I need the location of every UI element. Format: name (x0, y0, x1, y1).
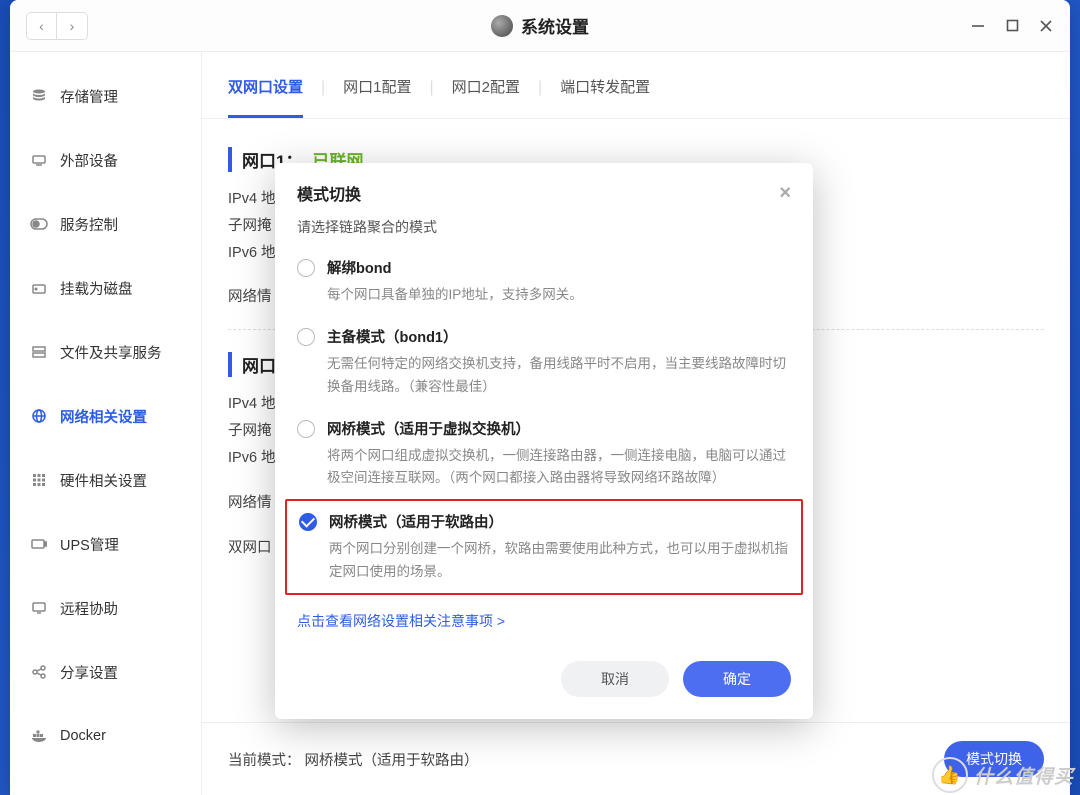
tab-dual-port[interactable]: 双网口设置 (228, 76, 303, 118)
nav-forward-button[interactable]: › (57, 13, 87, 39)
nav-arrows: ‹ › (26, 12, 88, 40)
sidebar: 存储管理 外部设备 服务控制 挂载为磁盘 (10, 52, 202, 795)
docker-icon (30, 727, 48, 745)
sidebar-item-ups[interactable]: UPS管理 (10, 512, 201, 576)
sidebar-item-docker[interactable]: Docker (10, 704, 201, 768)
grid-icon (30, 471, 48, 489)
option-desc: 每个网口具备单独的IP地址，支持多网关。 (327, 284, 791, 306)
toggle-icon (30, 215, 48, 233)
cancel-button[interactable]: 取消 (561, 661, 669, 697)
nav-back-button[interactable]: ‹ (27, 13, 57, 39)
option-title: 解绑bond (327, 257, 791, 278)
stack-icon (30, 87, 48, 105)
tab-port2[interactable]: 网口2配置 (452, 76, 520, 118)
sidebar-item-label: 硬件相关设置 (60, 470, 147, 491)
sidebar-item-label: 服务控制 (60, 214, 118, 235)
mode-switch-button[interactable]: 模式切换 (944, 741, 1044, 777)
confirm-button[interactable]: 确定 (683, 661, 791, 697)
sidebar-item-service[interactable]: 服务控制 (10, 192, 201, 256)
sidebar-item-label: 存储管理 (60, 86, 118, 107)
sidebar-item-sharing[interactable]: 分享设置 (10, 640, 201, 704)
settings-app-icon (491, 15, 513, 37)
radio-icon (297, 420, 315, 438)
sidebar-item-label: 远程协助 (60, 598, 118, 619)
radio-icon (297, 328, 315, 346)
sidebar-item-remote[interactable]: 远程协助 (10, 576, 201, 640)
option-bridge-softroute[interactable]: 网桥模式（适用于软路由） 两个网口分别创建一个网桥，软路由需要使用此种方式，也可… (285, 499, 803, 595)
titlebar: ‹ › 系统设置 (10, 0, 1070, 52)
battery-icon (30, 535, 48, 553)
maximize-button[interactable] (1004, 18, 1020, 34)
sidebar-item-label: 文件及共享服务 (60, 342, 162, 363)
modal-help-link[interactable]: 点击查看网络设置相关注意事项 > (275, 595, 813, 639)
window-title-wrap: 系统设置 (491, 13, 589, 38)
sidebar-item-network[interactable]: 网络相关设置 (10, 384, 201, 448)
sidebar-item-storage[interactable]: 存储管理 (10, 64, 201, 128)
option-title: 主备模式（bond1） (327, 326, 791, 347)
sidebar-item-label: 分享设置 (60, 662, 118, 683)
option-desc: 两个网口分别创建一个网桥，软路由需要使用此种方式，也可以用于虚拟机指定网口使用的… (329, 538, 789, 583)
footer-bar: 当前模式： 网桥模式（适用于软路由） 模式切换 (202, 722, 1070, 795)
tab-port-forward[interactable]: 端口转发配置 (560, 76, 650, 118)
sidebar-item-label: 挂载为磁盘 (60, 278, 133, 299)
sidebar-item-share[interactable]: 文件及共享服务 (10, 320, 201, 384)
radio-checked-icon (299, 513, 317, 531)
sidebar-item-mount[interactable]: 挂载为磁盘 (10, 256, 201, 320)
current-mode-label: 当前模式： (228, 749, 301, 770)
sidebar-item-label: Docker (60, 728, 106, 744)
modal-subtitle: 请选择链路聚合的模式 (275, 217, 813, 247)
option-bond1[interactable]: 主备模式（bond1） 无需任何特定的网络交换机支持，备用线路平时不启用，当主要… (285, 316, 803, 408)
sidebar-item-label: 网络相关设置 (60, 406, 147, 427)
mode-switch-modal: 模式切换 × 请选择链路聚合的模式 解绑bond 每个网口具备单独的IP地址，支… (275, 163, 813, 719)
option-desc: 将两个网口组成虚拟交换机，一侧连接路由器，一侧连接电脑，电脑可以通过极空间连接互… (327, 445, 791, 490)
monitor-icon (30, 599, 48, 617)
device-icon (30, 151, 48, 169)
option-unbind[interactable]: 解绑bond 每个网口具备单独的IP地址，支持多网关。 (285, 247, 803, 316)
disk-icon (30, 279, 48, 297)
option-title: 网桥模式（适用于虚拟交换机） (327, 418, 791, 439)
current-mode-value: 网桥模式（适用于软路由） (305, 749, 479, 770)
sidebar-item-label: 外部设备 (60, 150, 118, 171)
modal-close-button[interactable]: × (779, 183, 791, 203)
window-title: 系统设置 (521, 13, 589, 38)
sidebar-item-hardware[interactable]: 硬件相关设置 (10, 448, 201, 512)
folder-share-icon (30, 343, 48, 361)
sidebar-item-external[interactable]: 外部设备 (10, 128, 201, 192)
tab-port1[interactable]: 网口1配置 (343, 76, 411, 118)
option-desc: 无需任何特定的网络交换机支持，备用线路平时不启用，当主要线路故障时切换备用线路。… (327, 353, 791, 398)
share-icon (30, 663, 48, 681)
option-bridge-vswitch[interactable]: 网桥模式（适用于虚拟交换机） 将两个网口组成虚拟交换机，一侧连接路由器，一侧连接… (285, 408, 803, 500)
minimize-button[interactable] (970, 18, 986, 34)
modal-title: 模式切换 (297, 181, 361, 205)
close-button[interactable] (1038, 18, 1054, 34)
globe-icon (30, 407, 48, 425)
option-title: 网桥模式（适用于软路由） (329, 511, 789, 532)
radio-icon (297, 259, 315, 277)
tabs: 双网口设置 | 网口1配置 | 网口2配置 | 端口转发配置 (202, 52, 1070, 119)
sidebar-item-label: UPS管理 (60, 534, 119, 555)
